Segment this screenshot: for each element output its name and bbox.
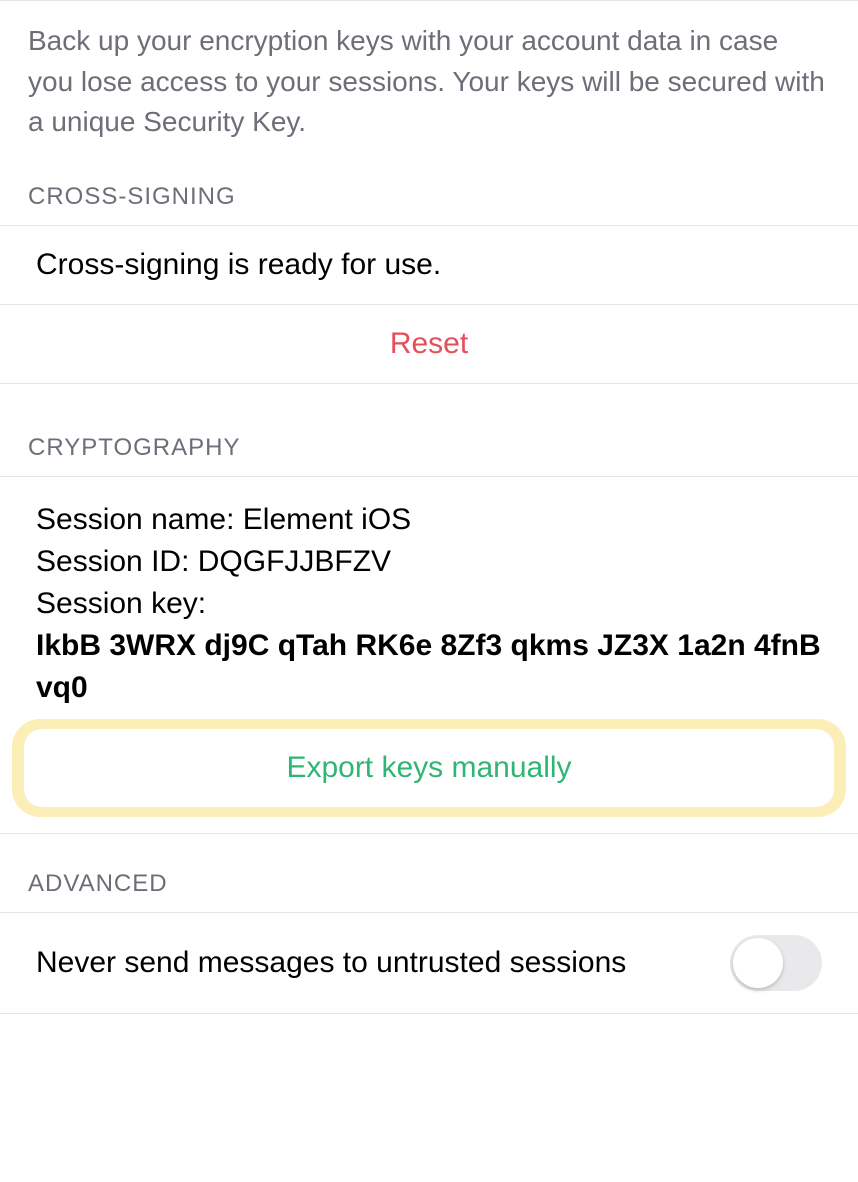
export-keys-highlight: Export keys manually (12, 719, 846, 817)
cross-signing-status: Cross-signing is ready for use. (0, 226, 858, 304)
session-key-value: IkbB 3WRX dj9C qTah RK6e 8Zf3 qkms JZ3X … (36, 625, 822, 709)
session-id-value: DQGFJJBFZV (198, 545, 391, 578)
session-name-value: Element iOS (243, 503, 411, 536)
advanced-header: ADVANCED (0, 870, 858, 912)
cryptography-info: Session name: Element iOS Session ID: DQ… (0, 477, 858, 709)
session-name-label: Session name: (36, 503, 243, 536)
advanced-group: Never send messages to untrusted session… (0, 912, 858, 1013)
never-send-label: Never send messages to untrusted session… (36, 942, 730, 984)
cross-signing-header: CROSS-SIGNING (0, 183, 858, 225)
session-key-label: Session key: (36, 583, 822, 625)
switch-knob (733, 938, 783, 988)
cross-signing-group: Cross-signing is ready for use. Reset (0, 225, 858, 384)
session-id-label: Session ID: (36, 545, 198, 578)
never-send-toggle[interactable] (730, 935, 822, 991)
backup-description: Back up your encryption keys with your a… (0, 1, 858, 183)
reset-button[interactable]: Reset (0, 304, 858, 383)
export-keys-button[interactable]: Export keys manually (24, 729, 834, 807)
cryptography-group: Session name: Element iOS Session ID: DQ… (0, 476, 858, 834)
cryptography-header: CRYPTOGRAPHY (0, 434, 858, 476)
never-send-row: Never send messages to untrusted session… (0, 913, 858, 1013)
